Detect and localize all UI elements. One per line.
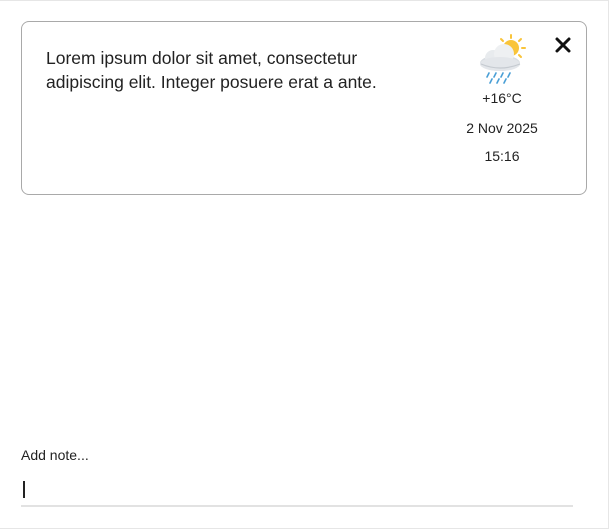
note-text: Lorem ipsum dolor sit amet, consectetur … [46, 48, 377, 92]
note-date: 2 Nov 2025 [466, 120, 538, 136]
add-note-input[interactable] [21, 475, 573, 507]
note-card: Lorem ipsum dolor sit amet, consectetur … [21, 21, 587, 195]
temperature: +16°C [482, 90, 522, 106]
text-cursor [23, 481, 25, 498]
notes-panel: Lorem ipsum dolor sit amet, consectetur … [0, 0, 609, 529]
sun-behind-rain-cloud-icon [480, 34, 526, 84]
note-time: 15:16 [484, 148, 520, 164]
add-note-label: Add note... [21, 447, 89, 463]
note-meta: +16°C 2 Nov 2025 15:16 [452, 34, 552, 164]
close-icon[interactable] [554, 36, 572, 54]
